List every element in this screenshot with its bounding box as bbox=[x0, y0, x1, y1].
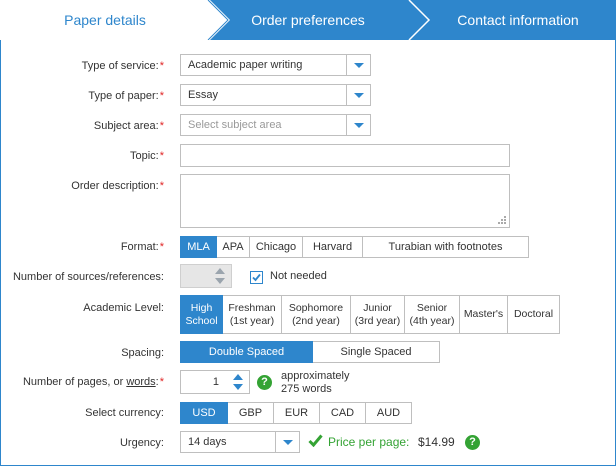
spacing-option-single[interactable]: Single Spaced bbox=[313, 341, 440, 363]
format-label: Format:* bbox=[120, 241, 164, 253]
not-needed-label: Not needed bbox=[270, 270, 327, 282]
subject-label: Subject area:* bbox=[93, 120, 164, 132]
format-option-mla[interactable]: MLA bbox=[180, 236, 217, 258]
paper-label: Type of paper:* bbox=[88, 90, 164, 102]
level-option-doctoral[interactable]: Doctoral bbox=[508, 295, 560, 334]
currency-option-usd[interactable]: USD bbox=[180, 402, 228, 424]
currency-label: Select currency: bbox=[85, 407, 164, 419]
currency-option-aud[interactable]: AUD bbox=[366, 402, 412, 424]
required-mark: * bbox=[159, 60, 164, 72]
topic-input[interactable] bbox=[180, 144, 510, 167]
checkmark-icon bbox=[308, 434, 323, 447]
currency-option-eur[interactable]: EUR bbox=[274, 402, 320, 424]
subject-placeholder: Select subject area bbox=[188, 119, 282, 131]
spinner-arrows-icon[interactable] bbox=[215, 268, 225, 285]
sources-label: Number of sources/references: bbox=[12, 271, 164, 283]
help-icon[interactable]: ? bbox=[465, 435, 480, 450]
level-option-junior[interactable]: Junior (3rd year) bbox=[351, 295, 405, 334]
spacing-options: Double Spaced Single Spaced bbox=[180, 341, 440, 363]
format-option-apa[interactable]: APA bbox=[217, 236, 250, 258]
chevron-down-icon[interactable] bbox=[346, 115, 370, 135]
description-label: Order description:* bbox=[71, 180, 164, 192]
required-mark: * bbox=[159, 90, 164, 102]
chevron-down-icon[interactable] bbox=[346, 55, 370, 75]
step-contact-information[interactable]: Contact information bbox=[420, 0, 616, 40]
paper-select[interactable]: Essay bbox=[180, 84, 371, 106]
step-paper-details[interactable]: Paper details bbox=[0, 0, 210, 40]
required-mark: * bbox=[159, 150, 164, 162]
service-value: Academic paper writing bbox=[188, 59, 303, 71]
urgency-label: Urgency: bbox=[119, 437, 164, 449]
price-per-page-value: $14.99 bbox=[418, 435, 455, 449]
checkmark-icon bbox=[252, 273, 261, 282]
required-mark: * bbox=[159, 120, 164, 132]
format-option-harvard[interactable]: Harvard bbox=[303, 236, 363, 258]
urgency-select[interactable]: 14 days bbox=[180, 431, 300, 453]
pages-value: 1 bbox=[212, 376, 219, 388]
spacing-label: Spacing: bbox=[121, 347, 164, 359]
spinner-arrows-icon[interactable] bbox=[233, 374, 243, 391]
level-options: High School Freshman (1st year) Sophomore(… bbox=[180, 295, 560, 334]
currency-option-cad[interactable]: CAD bbox=[320, 402, 366, 424]
help-icon[interactable]: ? bbox=[257, 375, 272, 390]
approx-words: approximately 275 words bbox=[281, 370, 350, 395]
paper-value: Essay bbox=[188, 89, 218, 101]
level-option-sophomore[interactable]: Sophomore (2nd year) bbox=[282, 295, 351, 334]
topic-label: Topic:* bbox=[129, 150, 164, 162]
step-order-preferences[interactable]: Order preferences bbox=[222, 0, 394, 40]
currency-options: USD GBP EUR CAD AUD bbox=[180, 402, 412, 424]
chevron-down-icon[interactable] bbox=[275, 432, 299, 452]
spacing-option-double[interactable]: Double Spaced bbox=[180, 341, 313, 363]
format-option-chicago[interactable]: Chicago bbox=[250, 236, 303, 258]
not-needed-checkbox[interactable] bbox=[250, 271, 263, 284]
format-options: MLA APA Chicago Harvard Turabian with fo… bbox=[180, 236, 529, 258]
resize-grip-icon[interactable] bbox=[498, 216, 506, 224]
chevron-down-icon[interactable] bbox=[346, 85, 370, 105]
service-select[interactable]: Academic paper writing bbox=[180, 54, 371, 76]
sources-stepper[interactable] bbox=[180, 264, 232, 288]
level-option-high-school[interactable]: High School bbox=[180, 295, 223, 334]
level-label: Academic Level: bbox=[83, 302, 164, 314]
required-mark: * bbox=[159, 376, 164, 388]
description-textarea[interactable] bbox=[180, 174, 510, 228]
words-link[interactable]: words bbox=[126, 376, 155, 388]
subject-select[interactable]: Select subject area bbox=[180, 114, 371, 136]
level-option-masters[interactable]: Master's bbox=[460, 295, 508, 334]
required-mark: * bbox=[159, 241, 164, 253]
format-option-turabian[interactable]: Turabian with footnotes bbox=[363, 236, 529, 258]
level-option-senior[interactable]: Senior (4th year) bbox=[405, 295, 460, 334]
currency-option-gbp[interactable]: GBP bbox=[228, 402, 274, 424]
order-steps: Paper details Order preferences Contact … bbox=[0, 0, 616, 40]
level-option-freshman[interactable]: Freshman (1st year) bbox=[223, 295, 282, 334]
price-per-page-label: Price per page: bbox=[328, 435, 410, 449]
pages-stepper[interactable]: 1 bbox=[180, 370, 250, 394]
pages-label: Number of pages, or words:* bbox=[22, 376, 164, 388]
urgency-value: 14 days bbox=[188, 436, 227, 448]
service-label: Type of service:* bbox=[81, 60, 164, 72]
required-mark: * bbox=[159, 180, 164, 192]
